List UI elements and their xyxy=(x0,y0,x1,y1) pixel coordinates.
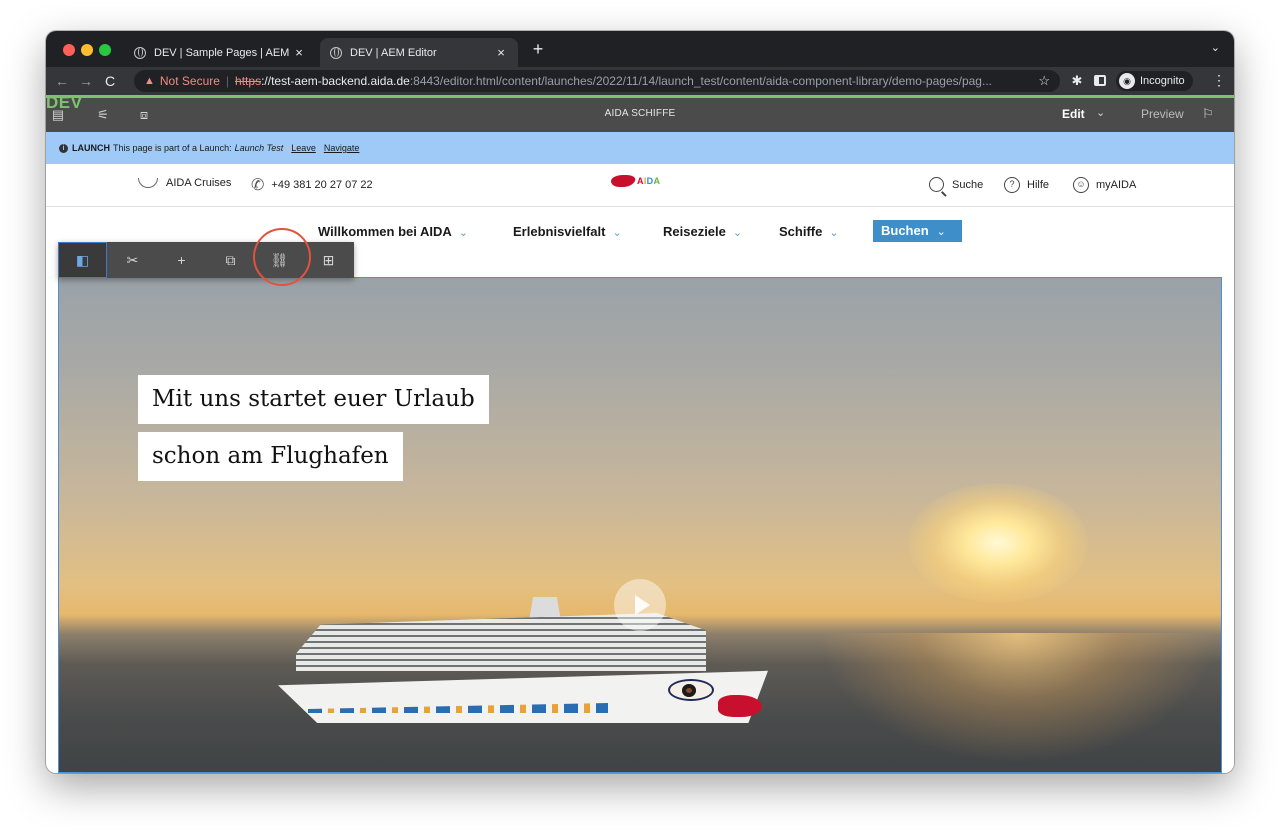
tab-strip: DEV | Sample Pages | AEM Site × DEV | AE… xyxy=(46,31,1234,67)
tab-title: DEV | AEM Editor xyxy=(350,46,437,59)
browser-window: DEV | Sample Pages | AEM Site × DEV | AE… xyxy=(46,31,1234,773)
launch-label: LAUNCH xyxy=(72,143,110,153)
insert-icon[interactable]: + xyxy=(157,242,206,278)
aida-lips-logo-icon xyxy=(609,175,637,187)
incognito-badge[interactable]: ◉ Incognito xyxy=(1116,71,1193,91)
cruise-ship-image xyxy=(278,573,768,723)
launch-notice-bar: i LAUNCH This page is part of a Launch: … xyxy=(46,132,1234,164)
account-label: myAIDA xyxy=(1096,179,1137,191)
hero-video-component[interactable]: Mit uns startet euer Urlaub schon am Flu… xyxy=(58,277,1222,773)
info-icon: i xyxy=(59,143,68,153)
user-icon: ☺ xyxy=(1073,177,1089,193)
brand-link[interactable]: AIDA Cruises xyxy=(138,177,231,189)
chevron-down-icon: ⌄ xyxy=(732,227,743,239)
url-path: :8443/editor.html/content/launches/2022/… xyxy=(409,74,992,88)
globe-icon xyxy=(330,46,342,59)
chevron-down-icon[interactable]: ⌄ xyxy=(1096,106,1105,119)
address-separator: | xyxy=(225,74,230,88)
minimize-window-button[interactable] xyxy=(81,44,93,56)
mode-selector-edit[interactable]: Edit xyxy=(1062,107,1085,121)
layout-icon[interactable]: ⊞ xyxy=(304,242,353,278)
new-tab-button[interactable]: + xyxy=(528,39,548,59)
incognito-label: Incognito xyxy=(1140,75,1185,87)
bookmark-star-icon[interactable]: ☆ xyxy=(1038,73,1050,89)
site-service-bar: AIDA Cruises ✆ +49 381 20 27 07 22 AIDA … xyxy=(46,164,1234,207)
help-link[interactable]: ? Hilfe xyxy=(1004,177,1049,193)
page-gutter xyxy=(1222,277,1234,773)
browser-menu-icon[interactable]: ⋮ xyxy=(1212,72,1226,89)
sea-glare xyxy=(818,633,1218,763)
close-tab-icon[interactable]: × xyxy=(292,45,306,60)
preview-button[interactable]: Preview xyxy=(1141,107,1184,121)
search-link[interactable]: Suche xyxy=(929,177,983,192)
aida-logo[interactable]: AIDA xyxy=(609,175,661,187)
ship-icon xyxy=(138,178,158,188)
help-icon: ? xyxy=(1004,177,1020,193)
launch-name: Launch Test xyxy=(234,143,284,153)
back-button[interactable]: ← xyxy=(52,71,72,91)
nav-item-erlebnisvielfalt[interactable]: Erlebnisvielfalt ⌄ xyxy=(513,224,622,239)
url-host: ://test-aem-backend.aida.de xyxy=(261,74,410,88)
aem-editor-bar: DEV ▤ ⚟ ⧈ AIDA SCHIFFE Edit ⌄ Preview ⚐ xyxy=(46,93,1234,132)
nav-item-willkommen[interactable]: Willkommen bei AIDA ⌄ xyxy=(318,224,468,239)
incognito-icon: ◉ xyxy=(1119,73,1135,89)
link-icon[interactable]: ⛓ xyxy=(255,242,304,278)
chevron-down-icon: ⌄ xyxy=(612,227,622,239)
warning-icon: ▲ xyxy=(144,75,155,87)
logo-wordmark: AIDA xyxy=(637,176,661,186)
navigate-link[interactable]: Navigate xyxy=(324,143,360,153)
select-parent-icon[interactable]: ◧ xyxy=(58,242,107,278)
side-panel-icon[interactable] xyxy=(1094,75,1106,86)
forward-button[interactable]: → xyxy=(76,71,96,91)
buchen-button[interactable]: Buchen ⌄ xyxy=(873,220,962,242)
not-secure-label[interactable]: Not Secure xyxy=(160,74,220,88)
phone-icon: ✆ xyxy=(251,177,265,194)
chevron-down-icon: ⌄ xyxy=(829,227,839,239)
reload-button[interactable]: C xyxy=(100,71,120,91)
leave-link[interactable]: Leave xyxy=(291,143,316,153)
play-video-icon[interactable] xyxy=(614,579,666,631)
tab-aem-editor[interactable]: DEV | AEM Editor × xyxy=(320,38,518,67)
address-bar[interactable]: ▲ Not Secure | https ://test-aem-backend… xyxy=(134,70,1060,92)
phone-link[interactable]: ✆ +49 381 20 27 07 22 xyxy=(251,175,373,195)
zoom-window-button[interactable] xyxy=(99,44,111,56)
close-tab-icon[interactable]: × xyxy=(494,45,508,60)
component-toolbar: ◧ ✂ + ⧉ ⛓ ⊞ xyxy=(58,242,354,278)
browser-toolbar: ← → C ▲ Not Secure | https ://test-aem-b… xyxy=(46,67,1234,95)
chevron-down-icon: ⌄ xyxy=(458,227,468,239)
extensions-puzzle-icon[interactable]: ✱ xyxy=(1068,72,1086,90)
phone-number: +49 381 20 27 07 22 xyxy=(271,179,373,191)
help-label: Hilfe xyxy=(1027,179,1050,191)
nav-item-schiffe[interactable]: Schiffe ⌄ xyxy=(779,224,839,239)
brand-label: AIDA Cruises xyxy=(166,177,232,189)
copy-icon[interactable]: ⧉ xyxy=(206,242,255,278)
url-scheme: https xyxy=(235,74,262,88)
ship-lips-livery xyxy=(718,695,762,717)
tab-title: DEV | Sample Pages | AEM Site xyxy=(154,46,292,59)
sunset-sun xyxy=(908,483,1088,603)
chevron-down-icon: ⌄ xyxy=(936,226,946,238)
hero-headline-line-1: Mit uns startet euer Urlaub xyxy=(138,375,489,424)
nav-item-reiseziele[interactable]: Reiseziele ⌄ xyxy=(663,224,742,239)
launch-text: This page is part of a Launch: xyxy=(113,143,232,153)
ship-eye-livery xyxy=(668,679,714,701)
cut-icon[interactable]: ✂ xyxy=(108,242,157,278)
close-window-button[interactable] xyxy=(63,44,75,56)
page-title: AIDA SCHIFFE xyxy=(604,108,676,119)
account-link[interactable]: ☺ myAIDA xyxy=(1073,177,1136,193)
tab-search-chevron-icon[interactable]: ⌄ xyxy=(1211,41,1220,54)
annotations-icon[interactable]: ⚐ xyxy=(1202,106,1214,122)
hero-headline-line-2: schon am Flughafen xyxy=(138,432,403,481)
tab-sample-pages[interactable]: DEV | Sample Pages | AEM Site × xyxy=(124,38,316,67)
search-label: Suche xyxy=(952,178,984,191)
globe-icon xyxy=(134,46,146,59)
search-icon xyxy=(929,177,944,192)
